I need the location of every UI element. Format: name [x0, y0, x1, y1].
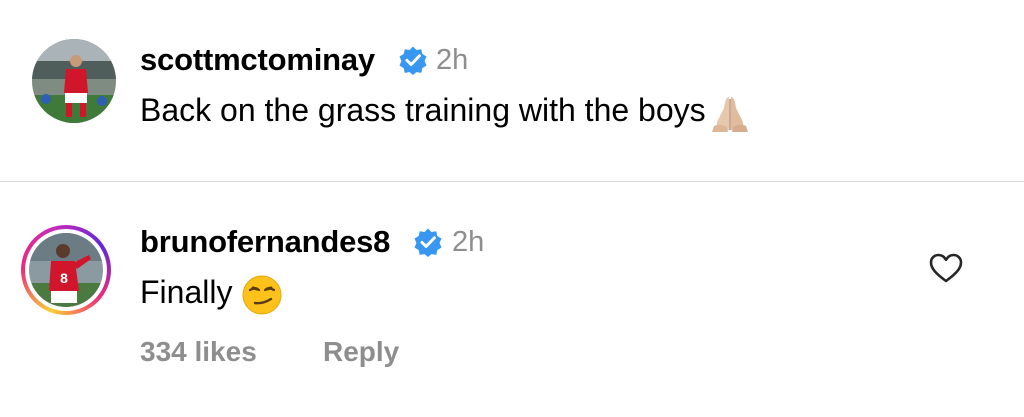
- comment-item: 8 brunofernandes8 2h Finally 334 likes R…: [0, 182, 1024, 417]
- avatar[interactable]: [32, 39, 116, 123]
- comment-timestamp: 2h: [452, 226, 485, 258]
- caption-text-content: Back on the grass training with the boys: [140, 92, 706, 128]
- avatar-photo: [32, 39, 116, 123]
- avatar-photo: 8: [29, 233, 103, 307]
- caption-section: scottmctominay 2h Back on the grass trai…: [0, 0, 1024, 182]
- caption-text: Back on the grass training with the boys: [140, 90, 754, 133]
- comment-text-content: Finally: [140, 274, 233, 310]
- story-ring[interactable]: 8: [21, 225, 111, 315]
- comment-username[interactable]: brunofernandes8: [140, 224, 390, 260]
- smirking-face-icon: [241, 274, 283, 316]
- folded-hands-icon: [706, 93, 754, 133]
- caption-timestamp: 2h: [436, 44, 469, 76]
- jersey-number: 8: [60, 270, 68, 286]
- comment-text: Finally: [140, 272, 283, 316]
- avatar-ring-gap: 8: [25, 229, 107, 311]
- heart-icon[interactable]: [929, 252, 963, 284]
- reply-button[interactable]: Reply: [323, 334, 399, 370]
- avatar: 8: [29, 233, 103, 307]
- likes-count[interactable]: 334 likes: [140, 334, 257, 370]
- verified-badge-icon: [399, 46, 427, 75]
- verified-badge-icon: [414, 228, 442, 257]
- caption-username[interactable]: scottmctominay: [140, 42, 375, 78]
